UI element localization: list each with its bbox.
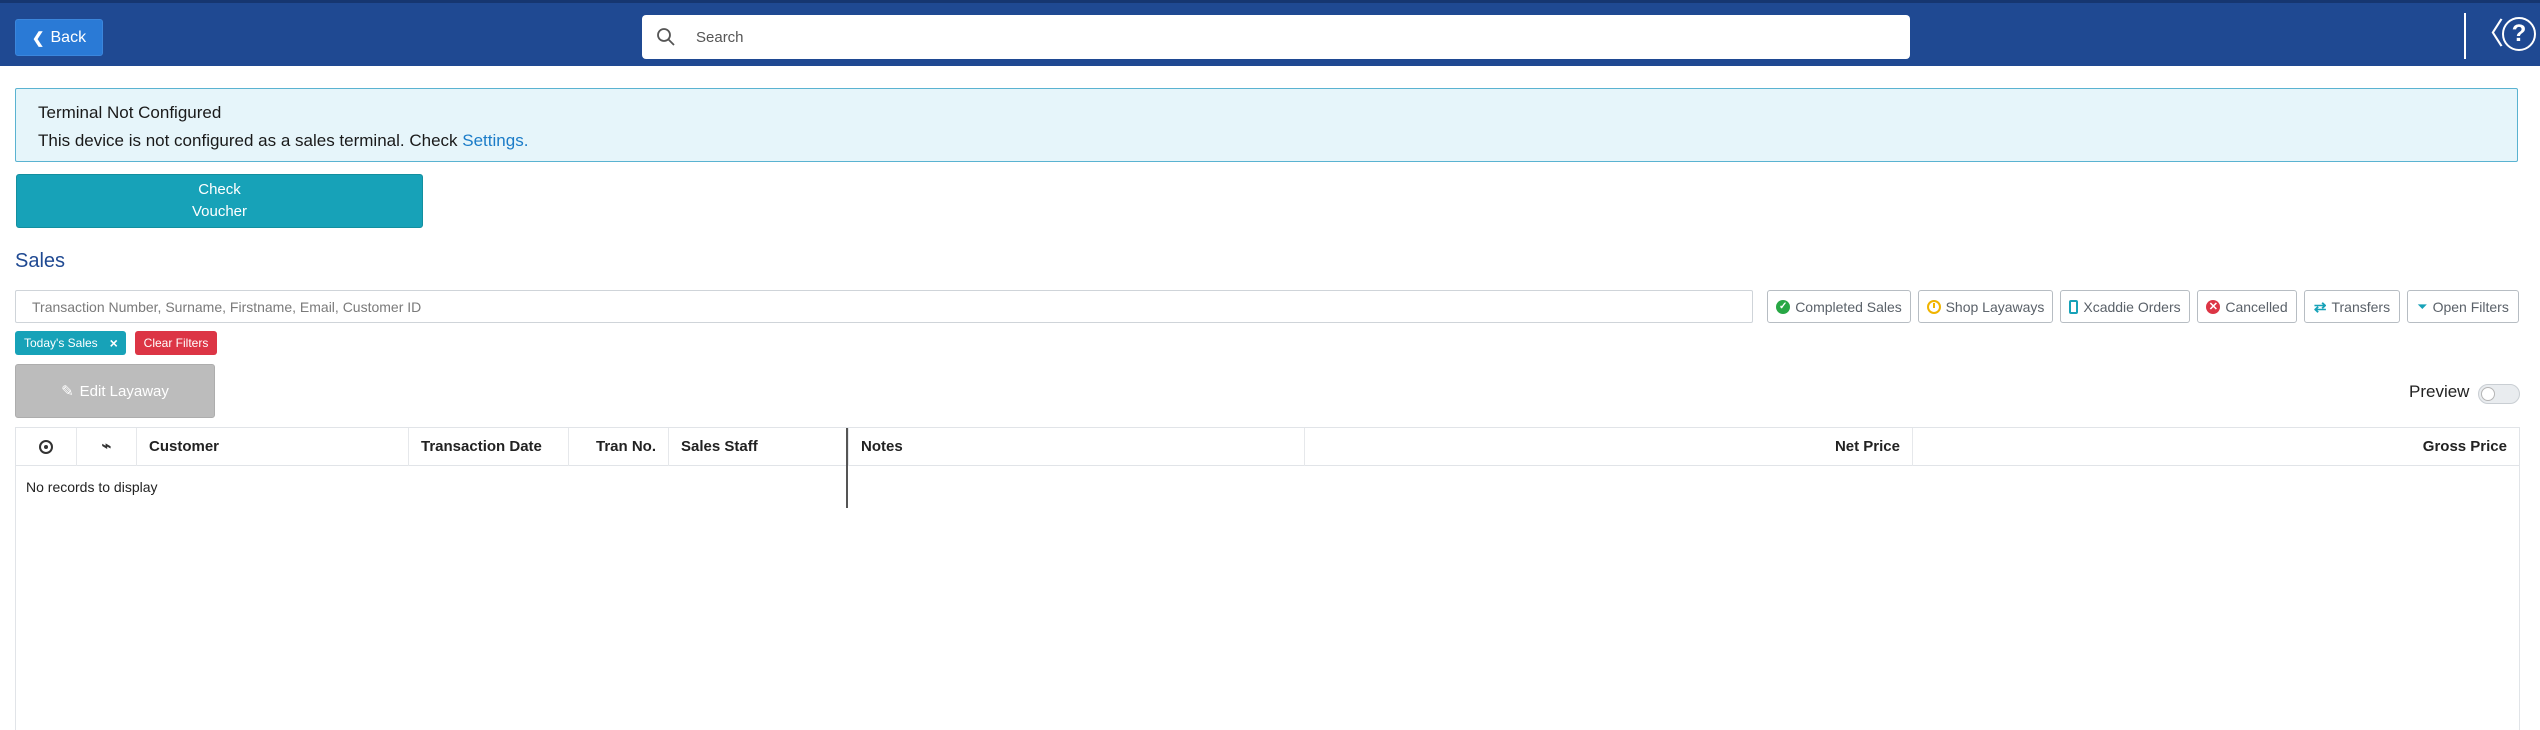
column-header-transaction-date[interactable]: Transaction Date (408, 428, 568, 466)
edit-layaway-label: Edit Layaway (79, 382, 169, 400)
global-search-input[interactable] (642, 15, 1910, 59)
target-icon (39, 440, 53, 455)
transfers-label: Transfers (2331, 298, 2391, 315)
clear-filters-button[interactable]: Clear Filters (135, 331, 217, 355)
shop-layaways-button[interactable]: Shop Layaways (1918, 290, 2053, 323)
preview-label: Preview (2409, 382, 2470, 401)
back-button[interactable]: ❮ Back (15, 19, 103, 56)
column-header-gross-price[interactable]: Gross Price (1912, 428, 2519, 466)
column-header-sales-staff[interactable]: Sales Staff (668, 428, 848, 466)
alert-message: This device is not configured as a sales… (38, 131, 2495, 151)
alert-message-text: This device is not configured as a sales… (38, 131, 463, 150)
shop-layaways-label: Shop Layaways (1945, 298, 2045, 315)
check-circle-icon: ✓ (1776, 299, 1791, 314)
completed-sales-button[interactable]: ✓ Completed Sales (1767, 290, 1911, 323)
status-column-header[interactable]: ⌁ (76, 428, 136, 466)
back-button-label: Back (50, 28, 87, 46)
empty-grid-message: No records to display (26, 479, 158, 495)
completed-sales-label: Completed Sales (1795, 298, 1902, 315)
pencil-icon: ✎ (61, 383, 74, 400)
select-column-header[interactable] (16, 428, 76, 466)
check-voucher-button[interactable]: Check Voucher (16, 174, 423, 228)
remove-tag-icon[interactable]: × (110, 335, 118, 351)
sales-grid: ⌁ Customer Transaction Date Tran No. Sal… (15, 427, 2520, 730)
alert-title: Terminal Not Configured (38, 103, 222, 122)
global-search (642, 15, 1910, 59)
xcaddie-orders-label: Xcaddie Orders (2083, 298, 2181, 315)
open-filters-button[interactable]: ⏷ Open Filters (2407, 290, 2519, 323)
help-icon[interactable]: ? (2502, 17, 2536, 51)
top-navigation-bar: ❮ Back 〈 ? (0, 0, 2540, 66)
column-header-notes[interactable]: Notes (848, 428, 1304, 466)
cancelled-button[interactable]: ✕ Cancelled (2197, 290, 2297, 323)
cancelled-label: Cancelled (2225, 298, 2288, 315)
header-divider (2464, 13, 2466, 59)
sales-filter-input[interactable] (15, 290, 1753, 323)
edit-layaway-button[interactable]: ✎ Edit Layaway (15, 364, 215, 418)
sales-title: Sales (15, 250, 66, 272)
exchange-icon: ⇄ (2313, 298, 2327, 316)
open-filters-label: Open Filters (2432, 298, 2509, 315)
terminal-not-configured-alert: Terminal Not Configured This device is n… (15, 88, 2518, 162)
funnel-icon: ⏷ (2417, 298, 2428, 314)
collapse-panel-icon[interactable]: 〈 (2474, 17, 2504, 53)
frozen-column-divider[interactable] (846, 428, 848, 508)
preview-toggle[interactable] (2478, 384, 2520, 404)
search-icon (657, 28, 675, 46)
column-header-net-price[interactable]: Net Price (1304, 428, 1912, 466)
clock-icon (1926, 299, 1941, 314)
todays-sales-tag-label: Today's Sales (24, 336, 98, 350)
column-header-tran-no[interactable]: Tran No. (568, 428, 668, 466)
transfers-button[interactable]: ⇄ Transfers (2304, 290, 2400, 323)
x-circle-icon: ✕ (2206, 299, 2221, 314)
xcaddie-orders-button[interactable]: Xcaddie Orders (2060, 290, 2190, 323)
activity-icon: ⌁ (101, 438, 112, 455)
column-header-customer[interactable]: Customer (136, 428, 408, 466)
todays-sales-tag: Today's Sales × (15, 331, 126, 355)
preview-toggle-knob (2481, 387, 2495, 401)
check-voucher-line2: Voucher (191, 203, 248, 220)
mobile-icon (2069, 299, 2079, 314)
check-voucher-line1: Check (198, 181, 241, 198)
settings-link[interactable]: Settings. (462, 131, 528, 150)
grid-header: ⌁ Customer Transaction Date Tran No. Sal… (16, 428, 2519, 466)
chevron-left-icon: ❮ (31, 29, 45, 47)
